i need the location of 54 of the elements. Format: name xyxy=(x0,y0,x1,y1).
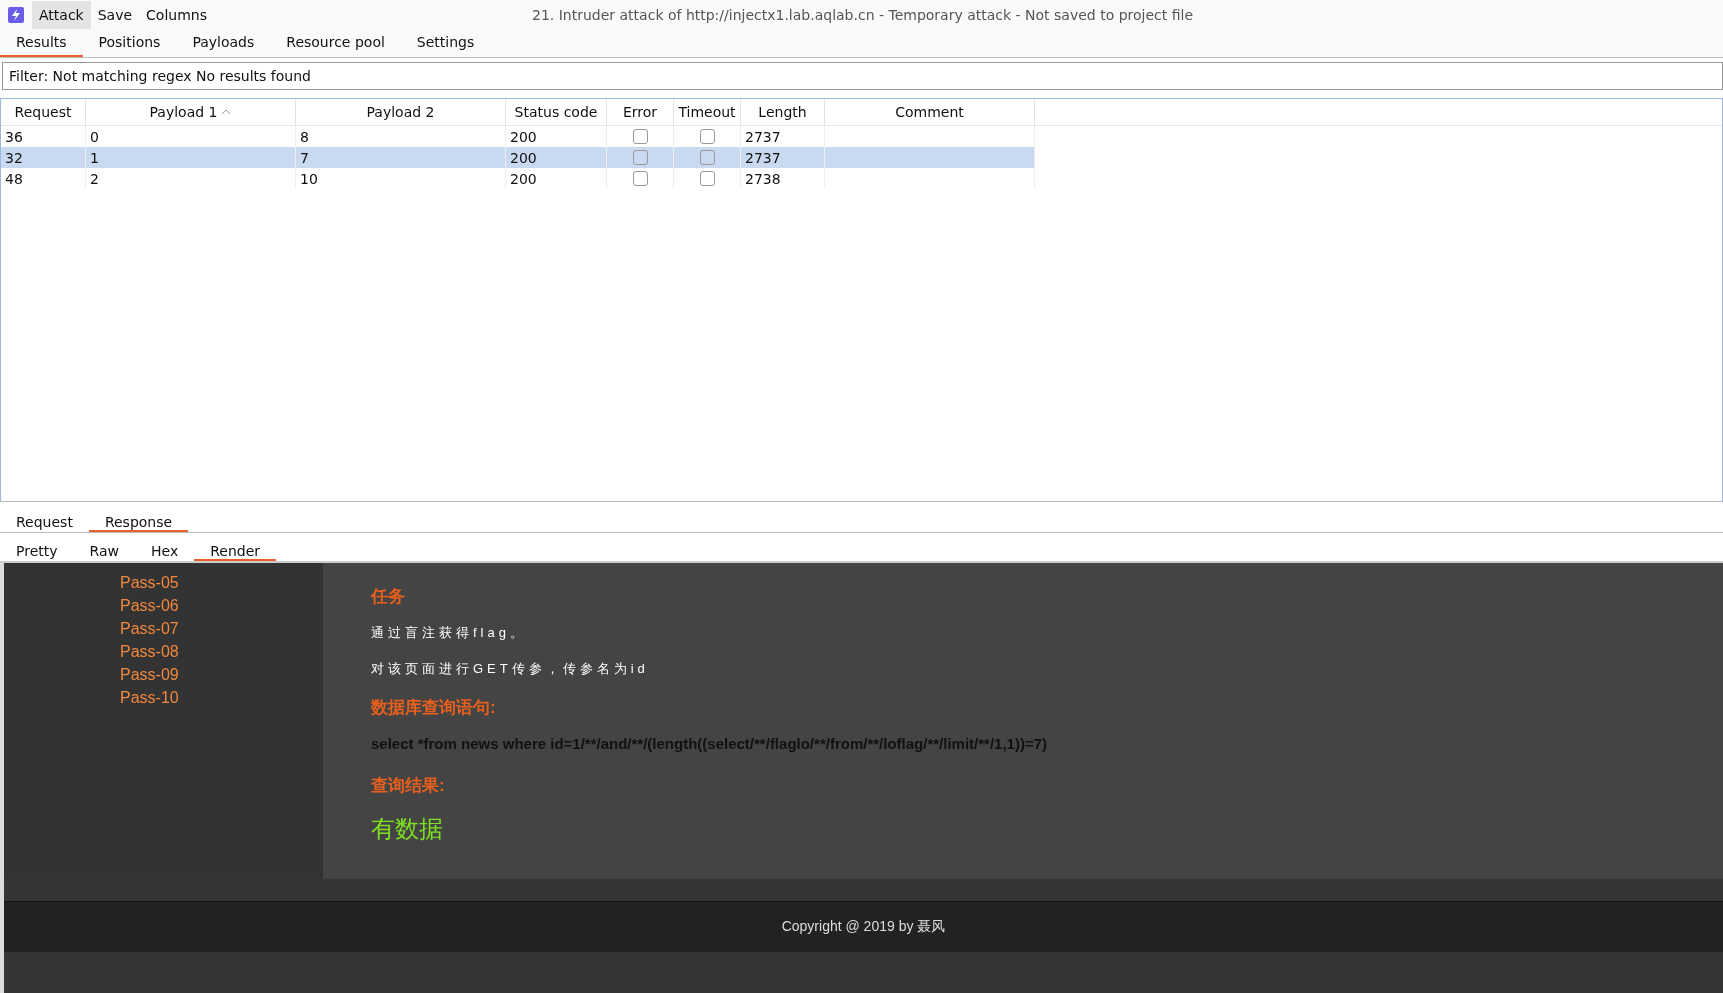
tab[interactable]: Pretty xyxy=(0,539,74,561)
section-heading: 查询结果: xyxy=(371,775,446,797)
column-header[interactable]: Request xyxy=(1,99,86,125)
copyright-text: Copyright @ 2019 by 聂风 xyxy=(781,918,946,936)
tab[interactable]: Request xyxy=(0,510,89,532)
column-header[interactable]: Error xyxy=(607,99,674,125)
sidebar-link[interactable]: Pass-09 xyxy=(120,663,323,686)
table-cell: 0 xyxy=(90,128,99,145)
table-cell: 32 xyxy=(5,149,23,166)
menu-item[interactable]: Save xyxy=(90,1,140,29)
table-cell: 1 xyxy=(90,149,99,166)
table-cell: 7 xyxy=(300,149,309,166)
table-row[interactable]: 32 1 7 200 2737 xyxy=(1,147,1722,168)
table-cell: 200 xyxy=(510,170,537,187)
app-logo-icon xyxy=(8,7,24,23)
filter-bar[interactable]: Filter: Not matching regex No results found xyxy=(2,62,1723,90)
column-header[interactable]: Payload 2 xyxy=(296,99,506,125)
section-heading: 任务 xyxy=(371,586,406,608)
table-cell: 200 xyxy=(510,149,537,166)
table-cell: 2737 xyxy=(745,149,781,166)
section-heading: 数据库查询语句: xyxy=(371,697,497,719)
tab[interactable]: Settings xyxy=(400,30,491,57)
table-cell: 2737 xyxy=(745,128,781,145)
result-text: 有数据 xyxy=(371,814,444,844)
tab[interactable]: Payloads xyxy=(176,30,271,57)
table-cell: 200 xyxy=(510,128,537,145)
sidebar-link[interactable]: Pass-06 xyxy=(120,594,323,617)
window-title: 21. Intruder attack of http://injectx1.lab.aqlab.cn - Temporary attack - Not saved to project file xyxy=(532,7,1193,23)
table-cell: 2738 xyxy=(745,170,781,187)
menu-item[interactable]: Columns xyxy=(139,1,214,29)
column-header[interactable]: Timeout xyxy=(674,99,741,125)
sidebar-link[interactable]: Pass-07 xyxy=(120,617,323,640)
menu-item[interactable]: Attack xyxy=(32,1,91,29)
tab[interactable]: Raw xyxy=(73,539,135,561)
tab[interactable]: Hex xyxy=(135,539,195,561)
table-cell: 36 xyxy=(5,128,23,145)
table-cell: 8 xyxy=(300,128,309,145)
task-text: 对该页面进行GET传参，传参名为id xyxy=(371,660,650,678)
column-header[interactable]: Length xyxy=(741,99,825,125)
task-text: 通过盲注获得flag。 xyxy=(371,624,528,642)
tab[interactable]: Resource pool xyxy=(270,30,401,57)
tab[interactable]: Positions xyxy=(82,30,177,57)
table-cell: 48 xyxy=(5,170,23,187)
table-cell: 2 xyxy=(90,170,99,187)
tab[interactable]: Results xyxy=(0,30,83,57)
sidebar-link[interactable]: Pass-08 xyxy=(120,640,323,663)
column-header[interactable]: Status code xyxy=(506,99,607,125)
column-header[interactable]: Comment xyxy=(825,99,1035,125)
table-cell: 10 xyxy=(300,170,318,187)
sidebar-link[interactable]: Pass-10 xyxy=(120,686,323,709)
column-header[interactable]: Payload 1 xyxy=(86,99,296,125)
tab[interactable]: Render xyxy=(194,539,276,561)
sidebar-link[interactable]: Pass-05 xyxy=(120,571,323,594)
table-row[interactable]: 48 2 10 200 2738 xyxy=(1,168,1722,189)
